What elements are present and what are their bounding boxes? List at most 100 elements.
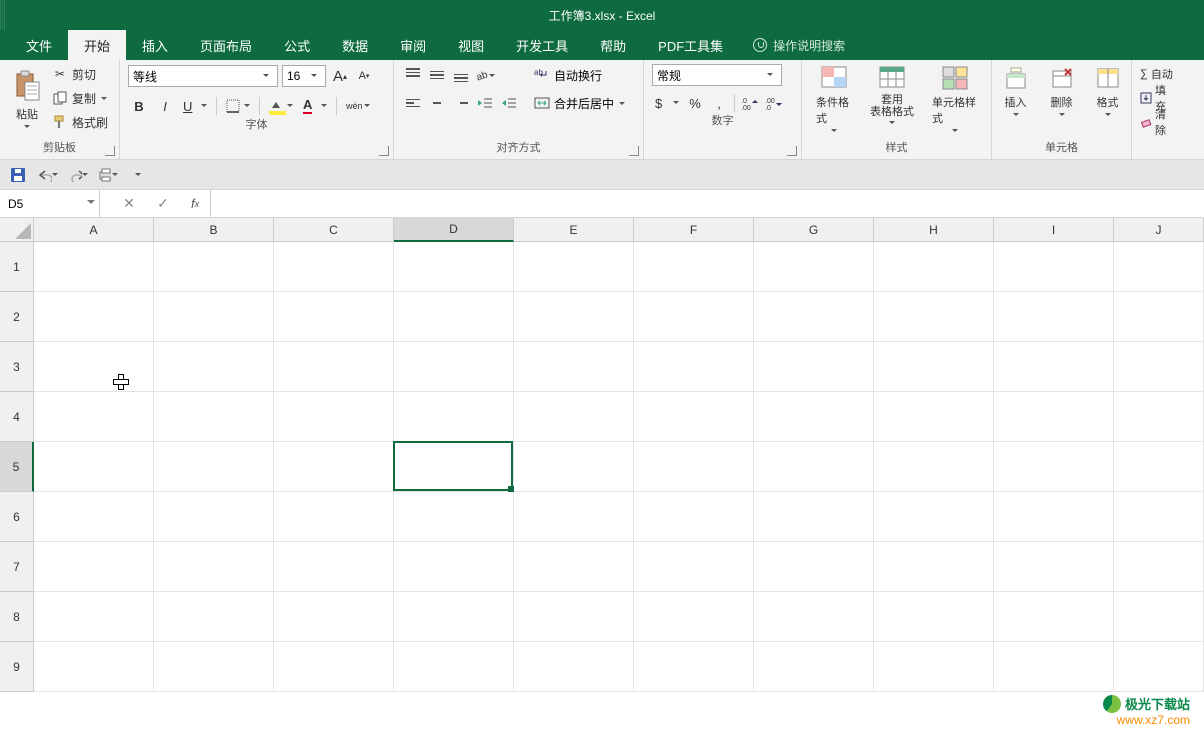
cell[interactable] <box>274 442 394 492</box>
orientation-button[interactable]: ab <box>474 64 496 86</box>
accounting-format-button[interactable]: $ <box>652 92 682 114</box>
font-name-combo[interactable]: 等线 <box>128 65 278 87</box>
align-top-button[interactable] <box>402 64 424 86</box>
column-header[interactable]: F <box>634 218 754 242</box>
enter-formula-button[interactable]: ✓ <box>146 195 180 212</box>
cell[interactable] <box>754 442 874 492</box>
cell[interactable] <box>154 392 274 442</box>
cell[interactable] <box>154 442 274 492</box>
autosum-button[interactable]: ∑自动 <box>1140 64 1174 84</box>
tab-data[interactable]: 数据 <box>326 30 384 60</box>
cell[interactable] <box>154 242 274 292</box>
tab-file[interactable]: 文件 <box>10 30 68 60</box>
cell[interactable] <box>394 342 514 392</box>
cell[interactable] <box>754 342 874 392</box>
cell[interactable] <box>34 442 154 492</box>
redo-button[interactable] <box>68 165 88 185</box>
row-header[interactable]: 6 <box>0 492 34 542</box>
cell[interactable] <box>754 542 874 592</box>
cell[interactable] <box>514 642 634 692</box>
fill-button[interactable]: 填充 <box>1140 88 1174 108</box>
delete-cells-button[interactable]: 删除 <box>1042 64 1082 119</box>
cell[interactable] <box>274 392 394 442</box>
cell[interactable] <box>1114 342 1204 392</box>
align-left-button[interactable] <box>402 92 424 114</box>
cell[interactable] <box>634 392 754 442</box>
cell[interactable] <box>514 442 634 492</box>
cell[interactable] <box>1114 492 1204 542</box>
cell[interactable] <box>994 392 1114 442</box>
align-bottom-button[interactable] <box>450 64 472 86</box>
cell[interactable] <box>1114 642 1204 692</box>
cell[interactable] <box>274 642 394 692</box>
cell[interactable] <box>994 242 1114 292</box>
cell[interactable] <box>874 492 994 542</box>
cell[interactable] <box>634 292 754 342</box>
dialog-launcher-icon[interactable] <box>379 146 389 156</box>
cell[interactable] <box>274 292 394 342</box>
cut-button[interactable]: ✂ 剪切 <box>52 64 108 84</box>
cancel-formula-button[interactable]: ✕ <box>112 195 146 212</box>
tab-help[interactable]: 帮助 <box>584 30 642 60</box>
tab-page-layout[interactable]: 页面布局 <box>184 30 268 60</box>
cell[interactable] <box>394 592 514 642</box>
number-format-combo[interactable]: 常规 <box>652 64 782 86</box>
cell[interactable] <box>874 442 994 492</box>
column-header[interactable]: H <box>874 218 994 242</box>
underline-button[interactable]: U <box>180 95 210 117</box>
format-painter-button[interactable]: 格式刷 <box>52 112 108 132</box>
cell[interactable] <box>34 542 154 592</box>
copy-button[interactable]: 复制 <box>52 88 108 108</box>
fx-icon[interactable]: fx <box>180 196 210 211</box>
cell[interactable] <box>394 542 514 592</box>
cell[interactable] <box>754 642 874 692</box>
cell[interactable] <box>634 492 754 542</box>
row-header[interactable]: 3 <box>0 342 34 392</box>
cell[interactable] <box>874 342 994 392</box>
cell[interactable] <box>874 292 994 342</box>
column-header[interactable]: I <box>994 218 1114 242</box>
cell[interactable] <box>514 392 634 442</box>
percent-button[interactable]: % <box>684 92 706 114</box>
cell[interactable] <box>34 292 154 342</box>
tab-formulas[interactable]: 公式 <box>268 30 326 60</box>
cell[interactable] <box>994 492 1114 542</box>
cell[interactable] <box>394 392 514 442</box>
cell[interactable] <box>994 592 1114 642</box>
cell[interactable] <box>34 242 154 292</box>
clear-button[interactable]: 清除 <box>1140 112 1174 132</box>
cell[interactable] <box>34 342 154 392</box>
cell[interactable] <box>754 592 874 642</box>
cell[interactable] <box>154 642 274 692</box>
column-header[interactable]: A <box>34 218 154 242</box>
tab-view[interactable]: 视图 <box>442 30 500 60</box>
comma-button[interactable]: , <box>708 92 730 114</box>
cell[interactable] <box>994 442 1114 492</box>
cell[interactable] <box>394 242 514 292</box>
phonetic-button[interactable]: wén <box>343 95 373 117</box>
cell[interactable] <box>274 242 394 292</box>
bold-button[interactable]: B <box>128 95 150 117</box>
decrease-indent-button[interactable] <box>474 92 496 114</box>
cell[interactable] <box>394 492 514 542</box>
formula-input[interactable] <box>211 190 1204 217</box>
cell[interactable] <box>634 342 754 392</box>
dialog-launcher-icon[interactable] <box>105 146 115 156</box>
cell[interactable] <box>874 542 994 592</box>
font-color-button[interactable]: A <box>300 95 330 117</box>
tab-pdf-tools[interactable]: PDF工具集 <box>642 30 739 60</box>
cell[interactable] <box>34 392 154 442</box>
cell[interactable] <box>154 542 274 592</box>
column-header[interactable]: E <box>514 218 634 242</box>
row-header[interactable]: 8 <box>0 592 34 642</box>
wrap-text-button[interactable]: ab 自动换行 <box>534 64 626 86</box>
save-button[interactable] <box>8 165 28 185</box>
row-header[interactable]: 5 <box>0 442 34 492</box>
print-preview-button[interactable] <box>98 165 118 185</box>
font-size-combo[interactable]: 16 <box>282 65 326 87</box>
cell[interactable] <box>514 492 634 542</box>
cell[interactable] <box>34 592 154 642</box>
cell[interactable] <box>154 592 274 642</box>
column-header[interactable]: G <box>754 218 874 242</box>
cell[interactable] <box>1114 292 1204 342</box>
